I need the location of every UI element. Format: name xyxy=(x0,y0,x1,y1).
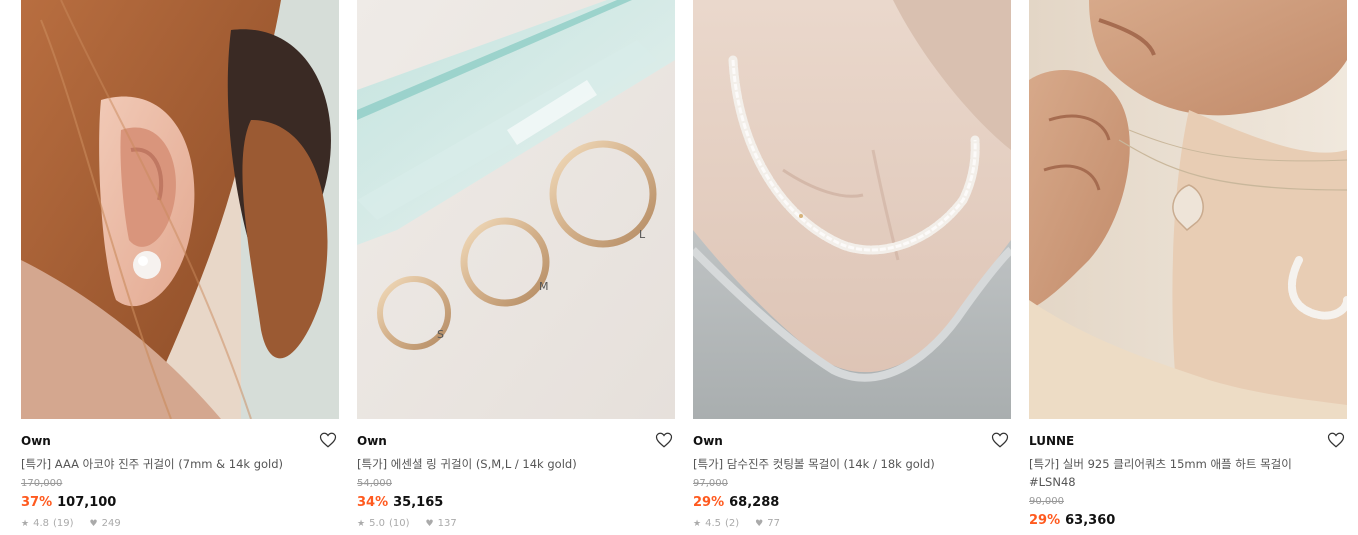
heart-outline-icon[interactable] xyxy=(655,431,673,449)
original-price: 97,000 xyxy=(693,478,728,489)
product-image[interactable] xyxy=(21,0,339,419)
original-price: 90,000 xyxy=(1029,496,1064,507)
discount-rate: 29% xyxy=(693,495,725,510)
product-card[interactable]: LUNNE [특가] 실버 925 클리어쿼츠 15mm 애플 하트 목걸이 #… xyxy=(1029,0,1347,531)
product-grid: Own [특가] AAA 아코야 진주 귀걸이 (7mm & 14k gold)… xyxy=(21,0,1347,531)
product-title[interactable]: [특가] AAA 아코야 진주 귀걸이 (7mm & 14k gold) xyxy=(21,455,311,473)
product-image[interactable] xyxy=(693,0,1011,419)
product-card[interactable]: Own [특가] 담수진주 컷팅볼 목걸이 (14k / 18k gold) 9… xyxy=(693,0,1011,531)
product-info: Own [특가] 에센셜 링 귀걸이 (S,M,L / 14k gold) 54… xyxy=(357,419,675,531)
brand-name[interactable]: Own xyxy=(21,433,339,449)
product-card[interactable]: L M S Own [특가] 에센셜 링 귀걸이 (S,M,L / 14k go… xyxy=(357,0,675,531)
like-count: 137 xyxy=(437,518,457,529)
brand-name[interactable]: Own xyxy=(357,433,675,449)
brand-name[interactable]: LUNNE xyxy=(1029,433,1347,449)
heart-outline-icon[interactable] xyxy=(1327,431,1345,449)
discount-rate: 34% xyxy=(357,495,389,510)
product-stats: ★ 5.0 (10) ♥ 137 xyxy=(357,517,675,531)
discount-rate: 29% xyxy=(1029,513,1061,528)
product-stats: ★ 4.8 (19) ♥ 249 xyxy=(21,517,339,531)
rating-value: 4.8 xyxy=(33,518,49,529)
product-image[interactable] xyxy=(1029,0,1347,419)
product-title[interactable]: [특가] 에센셜 링 귀걸이 (S,M,L / 14k gold) xyxy=(357,455,647,473)
review-count: (19) xyxy=(52,518,74,529)
like-count: 77 xyxy=(767,518,780,529)
sale-price: 35,165 xyxy=(393,495,444,510)
brand-name[interactable]: Own xyxy=(693,433,1011,449)
discount-rate: 37% xyxy=(21,495,53,510)
original-price: 54,000 xyxy=(357,478,392,489)
original-price: 170,000 xyxy=(21,478,63,489)
product-image[interactable]: L M S xyxy=(357,0,675,419)
product-card[interactable]: Own [특가] AAA 아코야 진주 귀걸이 (7mm & 14k gold)… xyxy=(21,0,339,531)
product-info: Own [특가] 담수진주 컷팅볼 목걸이 (14k / 18k gold) 9… xyxy=(693,419,1011,531)
product-title[interactable]: [특가] 담수진주 컷팅볼 목걸이 (14k / 18k gold) xyxy=(693,455,983,473)
size-label-m: M xyxy=(539,280,549,293)
price-line: 37% 107,100 xyxy=(21,494,339,512)
heart-filled-icon: ♥ xyxy=(425,519,434,529)
star-icon: ★ xyxy=(693,519,702,529)
heart-outline-icon[interactable] xyxy=(319,431,337,449)
price-line: 34% 35,165 xyxy=(357,494,675,512)
heart-filled-icon: ♥ xyxy=(755,519,764,529)
sale-price: 63,360 xyxy=(1065,513,1116,528)
price-line: 29% 68,288 xyxy=(693,494,1011,512)
star-icon: ★ xyxy=(357,519,366,529)
size-label-l: L xyxy=(639,228,646,241)
sale-price: 68,288 xyxy=(729,495,780,510)
review-count: (10) xyxy=(388,518,410,529)
rating-value: 4.5 xyxy=(705,518,721,529)
product-info: Own [특가] AAA 아코야 진주 귀걸이 (7mm & 14k gold)… xyxy=(21,419,339,531)
like-count: 249 xyxy=(101,518,121,529)
size-label-s: S xyxy=(437,328,444,341)
heart-filled-icon: ♥ xyxy=(89,519,98,529)
price-line: 29% 63,360 xyxy=(1029,512,1347,530)
review-count: (2) xyxy=(724,518,740,529)
heart-outline-icon[interactable] xyxy=(991,431,1009,449)
star-icon: ★ xyxy=(21,519,30,529)
product-stats: ★ 4.5 (2) ♥ 77 xyxy=(693,517,1011,531)
sale-price: 107,100 xyxy=(57,495,117,510)
product-info: LUNNE [특가] 실버 925 클리어쿼츠 15mm 애플 하트 목걸이 #… xyxy=(1029,419,1347,530)
rating-value: 5.0 xyxy=(369,518,385,529)
product-title[interactable]: [특가] 실버 925 클리어쿼츠 15mm 애플 하트 목걸이 #LSN48 xyxy=(1029,455,1319,491)
